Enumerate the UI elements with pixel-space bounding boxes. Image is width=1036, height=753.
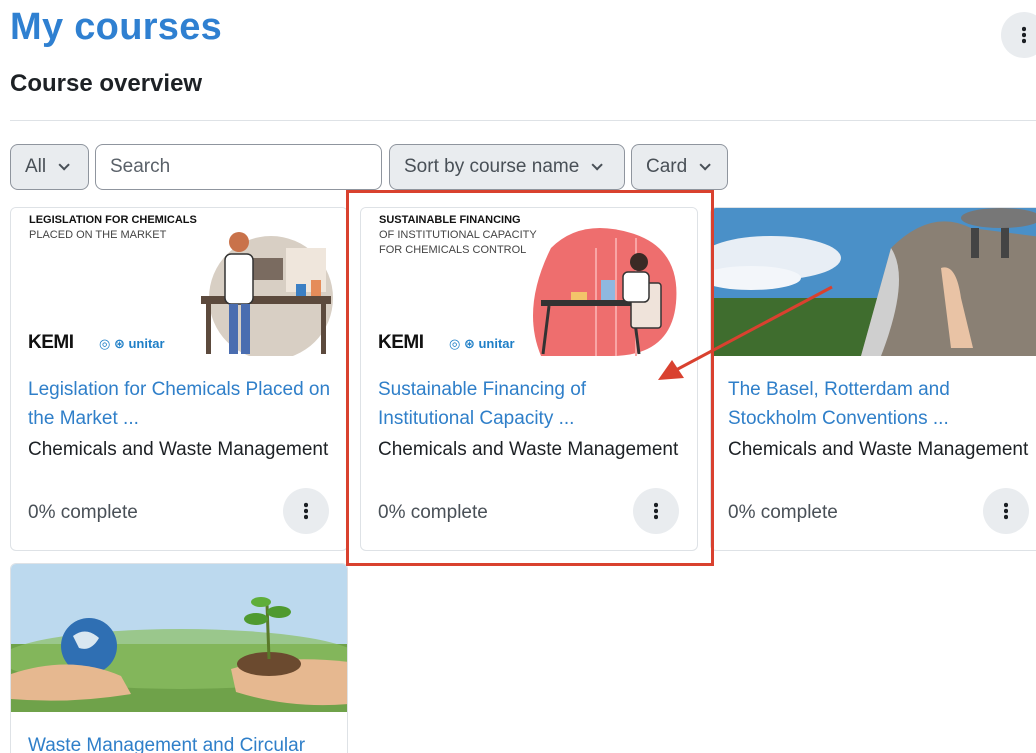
course-category: Chemicals and Waste Management bbox=[28, 439, 329, 460]
course-title-link[interactable]: Sustainable Financing of Institutional C… bbox=[378, 375, 586, 433]
course-title-line: The Basel, Rotterdam and bbox=[728, 379, 950, 400]
un-logo-icon: ◎ ⊛ unitar bbox=[449, 336, 515, 351]
course-image[interactable]: SUSTAINABLE FINANCING OF INSTITUTIONAL C… bbox=[361, 208, 697, 356]
course-category: Chemicals and Waste Management bbox=[728, 439, 1029, 460]
course-image[interactable]: LEGISLATION FOR CHEMICALS PLACED ON THE … bbox=[11, 208, 347, 356]
course-title-line: Waste Management and Circular bbox=[28, 735, 306, 753]
course-card[interactable]: LEGISLATION FOR CHEMICALS PLACED ON THE … bbox=[10, 207, 348, 551]
course-title-line: Legislation for Chemicals Placed on bbox=[28, 379, 331, 400]
course-menu-button[interactable] bbox=[633, 488, 679, 534]
course-category: Chemicals and Waste Management bbox=[378, 439, 679, 460]
grouping-dropdown[interactable]: All bbox=[10, 144, 89, 190]
landscape-illustration bbox=[711, 208, 1036, 356]
unitar-logo: unitar bbox=[478, 336, 515, 351]
course-card[interactable]: SUSTAINABLE FINANCING OF INSTITUTIONAL C… bbox=[360, 207, 698, 551]
chevron-down-icon bbox=[591, 159, 604, 171]
course-title-line: Sustainable Financing of bbox=[378, 379, 587, 400]
course-image[interactable] bbox=[11, 564, 347, 712]
sort-label: Sort by course name bbox=[404, 156, 580, 177]
course-title-link[interactable]: Waste Management and Circular bbox=[28, 731, 305, 753]
page-title: My courses bbox=[10, 6, 223, 48]
kebab-menu-icon bbox=[1022, 26, 1026, 44]
search-input[interactable] bbox=[95, 144, 382, 190]
course-progress: 0% complete bbox=[728, 502, 838, 523]
course-card[interactable]: The Basel, Rotterdam and Stockholm Conve… bbox=[710, 207, 1036, 551]
course-title-link[interactable]: The Basel, Rotterdam and Stockholm Conve… bbox=[728, 375, 950, 433]
unitar-logo: unitar bbox=[128, 336, 165, 351]
course-menu-button[interactable] bbox=[983, 488, 1029, 534]
kemi-logo: KEMI bbox=[28, 332, 74, 353]
page-actions-menu-button[interactable] bbox=[1001, 12, 1036, 58]
course-title-link[interactable]: Legislation for Chemicals Placed on the … bbox=[28, 375, 330, 433]
kebab-menu-icon bbox=[304, 502, 308, 520]
section-title: Course overview bbox=[10, 70, 203, 97]
course-progress: 0% complete bbox=[378, 502, 488, 523]
view-label: Card bbox=[646, 156, 688, 177]
course-progress: 0% complete bbox=[28, 502, 138, 523]
un-logo-icon: ◎ ⊛ unitar bbox=[99, 336, 165, 351]
view-dropdown[interactable]: Card bbox=[631, 144, 728, 190]
course-card[interactable]: Waste Management and Circular bbox=[10, 563, 348, 753]
course-title-line: the Market ... bbox=[28, 408, 139, 429]
kemi-logo: KEMI bbox=[378, 332, 424, 353]
chevron-down-icon bbox=[699, 159, 711, 171]
course-title-line: Institutional Capacity ... bbox=[378, 408, 575, 429]
chevron-down-icon bbox=[58, 159, 70, 171]
sort-dropdown[interactable]: Sort by course name bbox=[389, 144, 625, 190]
kebab-menu-icon bbox=[1004, 502, 1008, 520]
grouping-label: All bbox=[25, 156, 47, 177]
earth-hands-illustration bbox=[11, 564, 347, 712]
divider bbox=[10, 120, 1036, 121]
course-menu-button[interactable] bbox=[283, 488, 329, 534]
kebab-menu-icon bbox=[654, 502, 658, 520]
course-title-line: Stockholm Conventions ... bbox=[728, 408, 949, 429]
course-image[interactable] bbox=[711, 208, 1036, 356]
